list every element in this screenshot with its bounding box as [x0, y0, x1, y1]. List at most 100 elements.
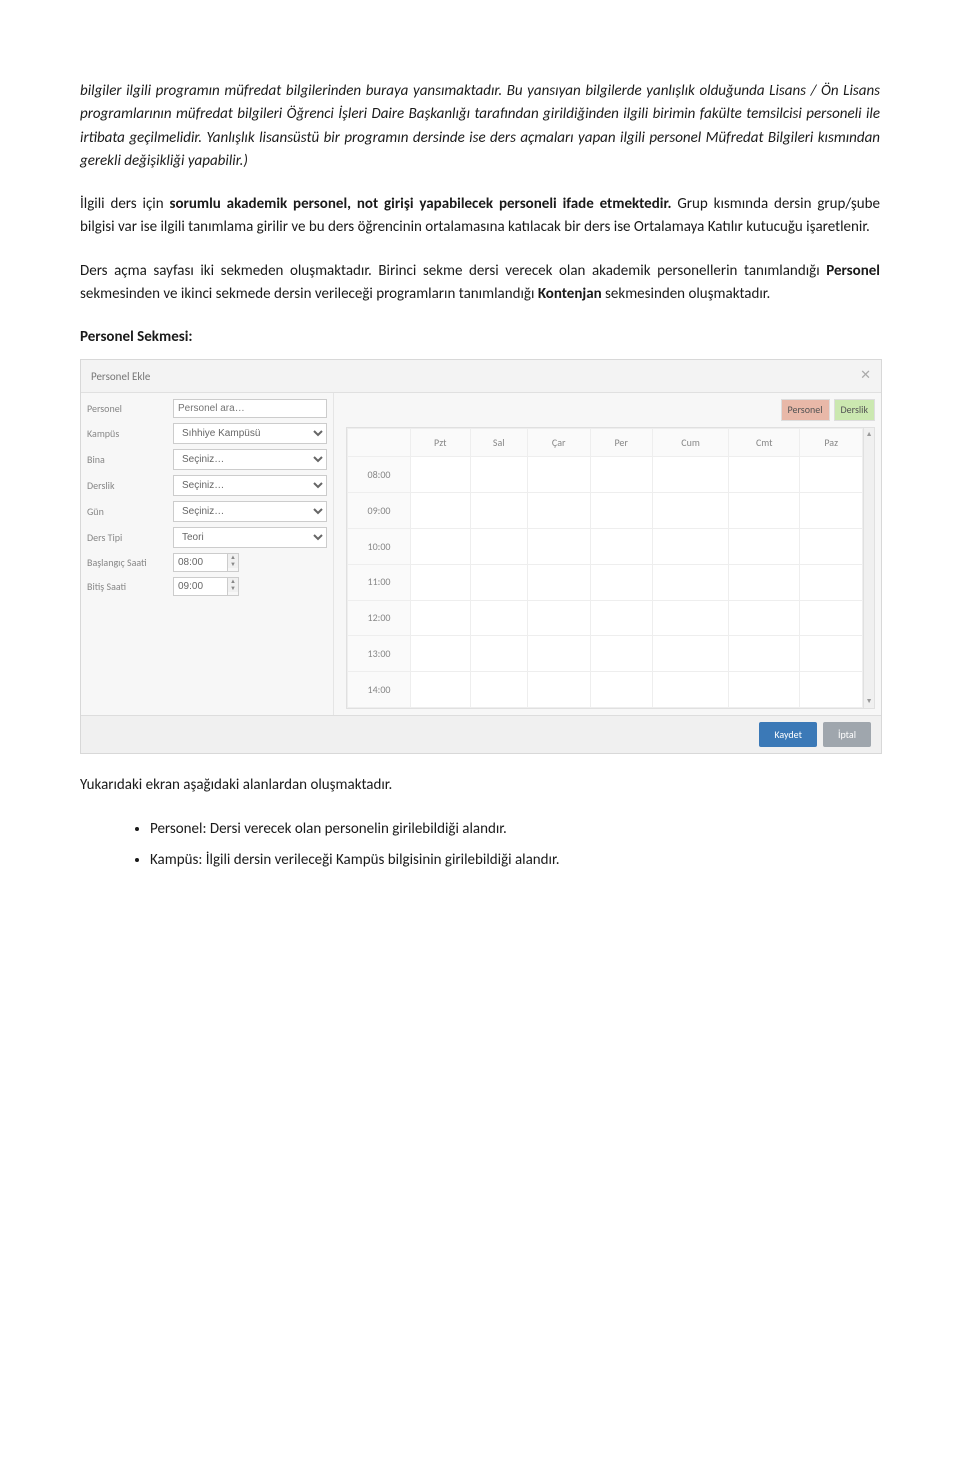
schedule-slot[interactable]: [729, 600, 800, 636]
schedule-slot[interactable]: [800, 600, 863, 636]
p2-bold: sorumlu akademik personel, not girişi ya…: [169, 195, 671, 213]
legend-derslik: Derslik: [834, 399, 876, 421]
schedule-slot[interactable]: [470, 600, 527, 636]
schedule-slot[interactable]: [590, 457, 652, 493]
section-title: Personel Sekmesi:: [80, 326, 880, 349]
schedule-slot[interactable]: [527, 528, 590, 564]
schedule-slot[interactable]: [411, 600, 471, 636]
label-personel: Personel: [87, 401, 173, 417]
schedule-day-header: Cum: [652, 428, 728, 457]
schedule-day-header: Per: [590, 428, 652, 457]
schedule-slot[interactable]: [470, 457, 527, 493]
panel-header: Personel Ekle ✕: [81, 360, 881, 393]
schedule-slot[interactable]: [470, 564, 527, 600]
schedule-slot[interactable]: [411, 636, 471, 672]
schedule-slot[interactable]: [729, 564, 800, 600]
schedule-slot[interactable]: [729, 636, 800, 672]
schedule-slot[interactable]: [527, 457, 590, 493]
personel-input[interactable]: [173, 399, 327, 418]
scroll-up-icon[interactable]: ▲: [864, 429, 874, 440]
schedule-table: PztSalÇarPerCumCmtPaz 08:0009:0010:0011:…: [347, 428, 863, 708]
gun-select[interactable]: Seçiniz…: [173, 501, 327, 522]
schedule-slot[interactable]: [590, 493, 652, 529]
form-left-column: Personel Kampüs Sıhhiye Kampüsü Bina Seç…: [81, 393, 334, 715]
list-item: Personel: Dersi verecek olan personelin …: [150, 818, 880, 841]
kampus-select[interactable]: Sıhhiye Kampüsü: [173, 423, 327, 444]
schedule-scrollbar[interactable]: ▲ ▼: [863, 428, 874, 708]
schedule-slot[interactable]: [729, 457, 800, 493]
cancel-button[interactable]: İptal: [823, 722, 871, 748]
schedule-slot[interactable]: [652, 493, 728, 529]
schedule-time-cell: 10:00: [348, 528, 411, 564]
schedule-slot[interactable]: [729, 528, 800, 564]
schedule-time-cell: 08:00: [348, 457, 411, 493]
save-button[interactable]: Kaydet: [759, 722, 817, 748]
schedule-time-cell: 14:00: [348, 672, 411, 708]
schedule-time-cell: 12:00: [348, 600, 411, 636]
schedule-slot[interactable]: [800, 672, 863, 708]
schedule-slot[interactable]: [729, 493, 800, 529]
schedule-slot[interactable]: [590, 564, 652, 600]
schedule-slot[interactable]: [652, 636, 728, 672]
schedule-slot[interactable]: [470, 493, 527, 529]
schedule-slot[interactable]: [527, 564, 590, 600]
spin-down-icon[interactable]: ▼: [228, 585, 238, 592]
schedule-slot[interactable]: [652, 528, 728, 564]
bina-select[interactable]: Seçiniz…: [173, 449, 327, 470]
p3-b2: Kontenjan: [538, 285, 602, 303]
paragraph-4: Yukarıdaki ekran aşağıdaki alanlardan ol…: [80, 774, 880, 797]
schedule-time-cell: 13:00: [348, 636, 411, 672]
schedule-slot[interactable]: [411, 528, 471, 564]
schedule-slot[interactable]: [470, 528, 527, 564]
schedule-slot[interactable]: [800, 457, 863, 493]
schedule-time-cell: 11:00: [348, 564, 411, 600]
spin-down-icon[interactable]: ▼: [228, 561, 238, 568]
schedule-slot[interactable]: [590, 528, 652, 564]
schedule-slot[interactable]: [729, 672, 800, 708]
schedule-slot[interactable]: [590, 636, 652, 672]
schedule-slot[interactable]: [590, 672, 652, 708]
schedule-slot[interactable]: [800, 493, 863, 529]
derstipi-select[interactable]: Teori: [173, 527, 327, 548]
schedule-slot[interactable]: [411, 457, 471, 493]
label-gun: Gün: [87, 504, 173, 520]
schedule-slot[interactable]: [527, 600, 590, 636]
schedule-slot[interactable]: [527, 672, 590, 708]
bitis-input[interactable]: [173, 577, 227, 596]
personel-ekle-panel: Personel Ekle ✕ Personel Kampüs Sıhhiye …: [80, 359, 882, 754]
label-derstipi: Ders Tipi: [87, 530, 173, 546]
label-baslangic: Başlangıç Saati: [87, 555, 173, 571]
close-icon[interactable]: ✕: [860, 366, 871, 386]
schedule-slot[interactable]: [652, 600, 728, 636]
p3-pre: Ders açma sayfası iki sekmeden oluşmakta…: [80, 262, 826, 280]
schedule-slot[interactable]: [411, 493, 471, 529]
schedule-day-header: [348, 428, 411, 457]
schedule-slot[interactable]: [470, 672, 527, 708]
schedule-slot[interactable]: [590, 600, 652, 636]
field-bullet-list: Personel: Dersi verecek olan personelin …: [150, 818, 880, 873]
p3-b1: Personel: [826, 262, 880, 280]
schedule-slot[interactable]: [800, 636, 863, 672]
derslik-select[interactable]: Seçiniz…: [173, 475, 327, 496]
baslangic-input[interactable]: [173, 553, 227, 572]
form-right-column: Personel Derslik PztSalÇarPerCumCmtPaz 0…: [334, 393, 881, 715]
schedule-slot[interactable]: [527, 493, 590, 529]
schedule-slot[interactable]: [470, 636, 527, 672]
schedule-slot[interactable]: [527, 636, 590, 672]
label-derslik: Derslik: [87, 478, 173, 494]
schedule-slot[interactable]: [652, 672, 728, 708]
scroll-down-icon[interactable]: ▼: [864, 696, 874, 707]
schedule-slot[interactable]: [652, 457, 728, 493]
panel-title: Personel Ekle: [91, 368, 150, 385]
label-bina: Bina: [87, 452, 173, 468]
paragraph-italic: bilgiler ilgili programın müfredat bilgi…: [80, 80, 880, 173]
schedule-slot[interactable]: [652, 564, 728, 600]
paragraph-3: Ders açma sayfası iki sekmeden oluşmakta…: [80, 260, 880, 307]
list-item: Kampüs: İlgili dersin verileceği Kampüs …: [150, 849, 880, 872]
schedule-slot[interactable]: [411, 672, 471, 708]
schedule-slot[interactable]: [411, 564, 471, 600]
schedule-slot[interactable]: [800, 528, 863, 564]
paragraph-2: İlgili ders için sorumlu akademik person…: [80, 193, 880, 240]
schedule-slot[interactable]: [800, 564, 863, 600]
legend-personel: Personel: [781, 399, 830, 421]
